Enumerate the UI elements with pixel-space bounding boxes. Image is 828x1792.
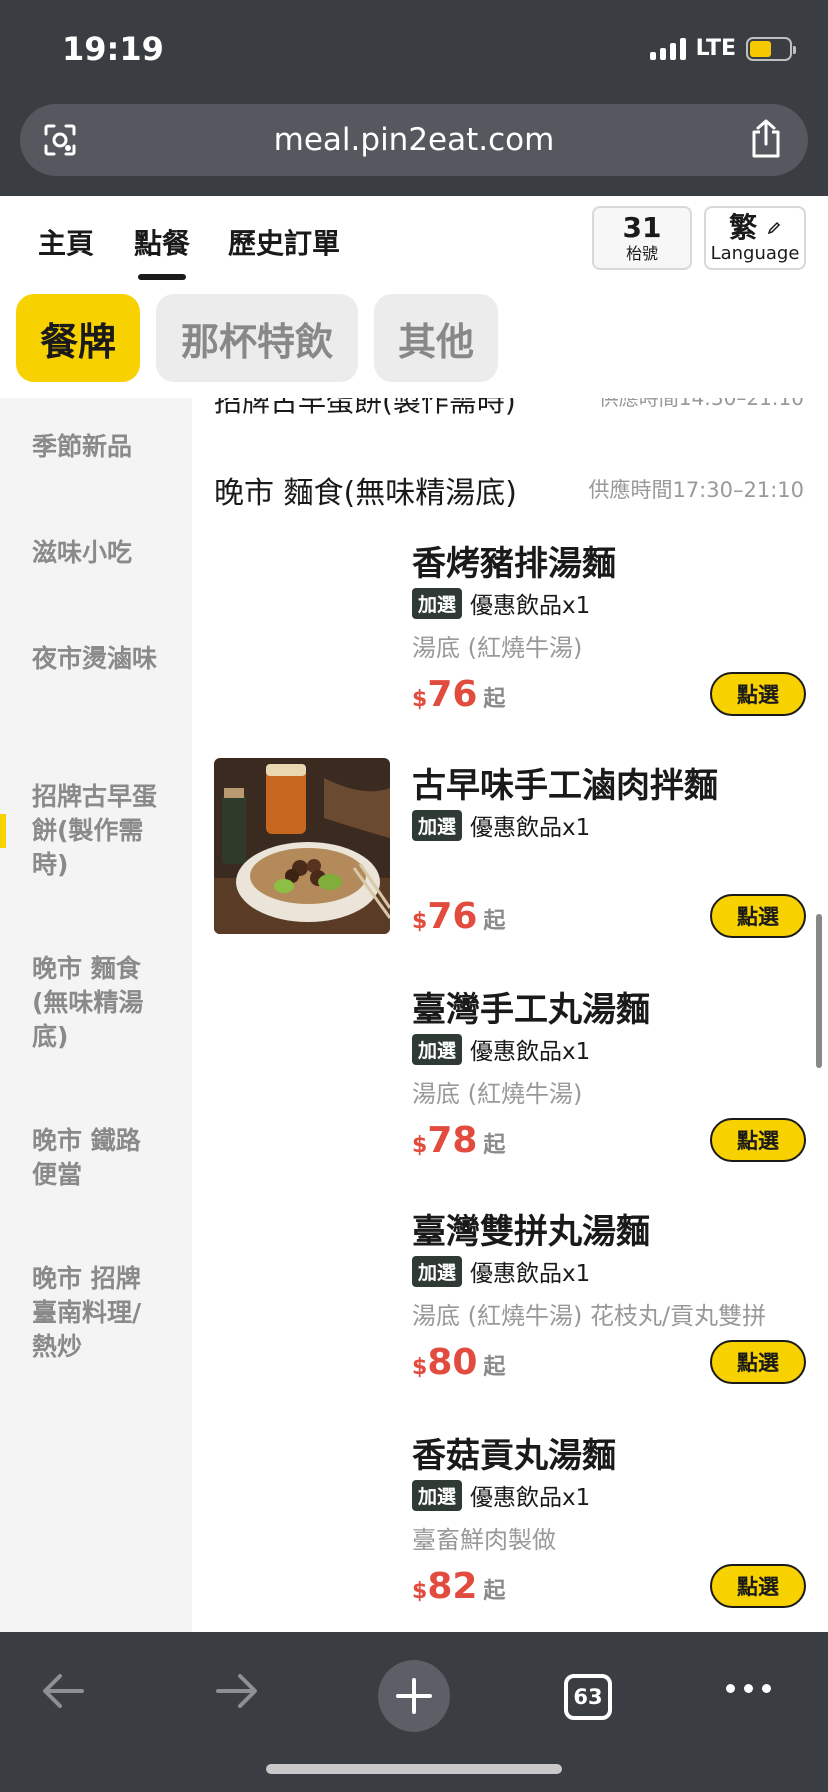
order-button[interactable]: 點選 bbox=[710, 1564, 806, 1608]
language-button[interactable]: 繁 Language bbox=[704, 206, 806, 270]
url-text[interactable]: meal.pin2eat.com bbox=[20, 122, 808, 158]
seat-number: 31 bbox=[622, 211, 662, 244]
edit-icon bbox=[767, 221, 780, 235]
sidebar-item-bento[interactable]: 晚市 鐵路便當 bbox=[32, 1124, 162, 1192]
status-indicators: LTE bbox=[649, 36, 796, 61]
section-header-cut: 招牌古早蛋餅(製作需時) 供應時間14:30–21:10 bbox=[214, 398, 804, 420]
item-price: $76 起 bbox=[412, 674, 506, 715]
item-name: 香烤豬排湯麵 bbox=[412, 544, 616, 584]
language-current: 繁 bbox=[729, 211, 758, 244]
addon-text: 優惠飲品x1 bbox=[470, 1039, 591, 1065]
menu-item[interactable]: 香菇貢丸湯麵 加選 優惠飲品x1 臺畜鮮肉製做 $82 起 點選 bbox=[192, 1428, 828, 1632]
forward-arrow-icon[interactable] bbox=[212, 1666, 262, 1716]
addon-tag: 加選 bbox=[412, 587, 463, 619]
addon-text: 優惠飲品x1 bbox=[470, 1485, 591, 1511]
status-time: 19:19 bbox=[62, 30, 164, 68]
plus-icon bbox=[396, 1678, 432, 1714]
category-special-drinks[interactable]: 那杯特飲 bbox=[156, 294, 358, 382]
sidebar-item-snacks[interactable]: 滋味小吃 bbox=[32, 536, 162, 570]
tab-history[interactable]: 歷史訂單 bbox=[228, 222, 340, 262]
status-bar: 19:19 LTE bbox=[0, 0, 828, 88]
item-name: 臺灣手工丸湯麵 bbox=[412, 990, 650, 1030]
menu-list: 招牌古早蛋餅(製作需時) 供應時間14:30–21:10 晚市 麵食(無味精湯底… bbox=[192, 398, 828, 1632]
browser-toolbar: 63 bbox=[0, 1632, 828, 1792]
network-label: LTE bbox=[695, 36, 736, 61]
item-desc: 湯底 (紅燒牛湯) bbox=[412, 634, 583, 662]
item-price: $82 起 bbox=[412, 1566, 506, 1607]
order-button[interactable]: 點選 bbox=[710, 894, 806, 938]
signal-icon bbox=[649, 37, 686, 60]
order-button[interactable]: 點選 bbox=[710, 1118, 806, 1162]
more-icon[interactable] bbox=[726, 1684, 771, 1693]
addon-text: 優惠飲品x1 bbox=[470, 815, 591, 841]
category-pills: 餐牌 那杯特飲 其他 bbox=[0, 292, 828, 398]
language-label: Language bbox=[710, 243, 800, 264]
sidebar-item-braised[interactable]: 夜市燙滷味 bbox=[32, 642, 162, 676]
item-photo bbox=[214, 758, 390, 934]
home-indicator bbox=[266, 1764, 562, 1774]
sidebar-item-noodles[interactable]: 晚市 麵食(無味精湯底) bbox=[32, 952, 162, 1054]
seat-number-box[interactable]: 31 枱號 bbox=[592, 206, 692, 270]
item-price: $76 起 bbox=[412, 896, 506, 937]
order-button[interactable]: 點選 bbox=[710, 672, 806, 716]
item-price: $78 起 bbox=[412, 1120, 506, 1161]
item-name: 香菇貢丸湯麵 bbox=[412, 1436, 616, 1476]
menu-item[interactable]: 臺灣雙拼丸湯麵 加選 優惠飲品x1 湯底 (紅燒牛湯) 花枝丸/貢丸雙拼 $80… bbox=[192, 1204, 828, 1426]
tab-order[interactable]: 點餐 bbox=[134, 222, 190, 280]
back-arrow-icon[interactable] bbox=[38, 1666, 88, 1716]
tabs-button[interactable]: 63 bbox=[564, 1674, 612, 1720]
addon-text: 優惠飲品x1 bbox=[470, 593, 591, 619]
share-icon[interactable] bbox=[748, 118, 784, 160]
sidebar-item-tainan[interactable]: 晚市 招牌臺南料理/熱炒 bbox=[32, 1262, 162, 1364]
item-name: 古早味手工滷肉拌麵 bbox=[412, 766, 718, 806]
addon-tag: 加選 bbox=[412, 1255, 463, 1287]
new-tab-button[interactable] bbox=[378, 1660, 450, 1732]
item-name: 臺灣雙拼丸湯麵 bbox=[412, 1212, 650, 1252]
scrollbar[interactable] bbox=[816, 914, 822, 1068]
top-nav: 主頁 點餐 歷史訂單 31 枱號 繁 Language bbox=[0, 196, 828, 292]
sidebar-active-indicator bbox=[0, 814, 6, 848]
item-desc: 臺畜鮮肉製做 bbox=[412, 1526, 556, 1554]
addon-tag: 加選 bbox=[412, 809, 463, 841]
seat-label: 枱號 bbox=[625, 244, 658, 263]
category-sidebar: 季節新品 滋味小吃 夜市燙滷味 招牌古早蛋餅(製作需時) 晚市 麵食(無味精湯底… bbox=[0, 398, 192, 1632]
tab-home[interactable]: 主頁 bbox=[38, 222, 94, 262]
item-desc: 湯底 (紅燒牛湯) 花枝丸/貢丸雙拼 bbox=[412, 1302, 767, 1330]
sidebar-item-seasonal[interactable]: 季節新品 bbox=[32, 430, 162, 464]
addon-tag: 加選 bbox=[412, 1033, 463, 1065]
section-header: 晚市 麵食(無味精湯底) 供應時間17:30–21:10 bbox=[214, 468, 804, 512]
addon-tag: 加選 bbox=[412, 1479, 463, 1511]
category-other[interactable]: 其他 bbox=[374, 294, 498, 382]
menu-item[interactable]: 臺灣手工丸湯麵 加選 優惠飲品x1 湯底 (紅燒牛湯) $78 起 點選 bbox=[192, 982, 828, 1204]
category-menu[interactable]: 餐牌 bbox=[16, 294, 140, 382]
sidebar-item-egg-pancake[interactable]: 招牌古早蛋餅(製作需時) bbox=[32, 780, 162, 882]
item-desc: 湯底 (紅燒牛湯) bbox=[412, 1080, 583, 1108]
menu-item[interactable]: 香烤豬排湯麵 加選 優惠飲品x1 湯底 (紅燒牛湯) $76 起 點選 bbox=[192, 536, 828, 758]
section-time: 供應時間17:30–21:10 bbox=[588, 478, 804, 502]
section-time: 供應時間14:30–21:10 bbox=[598, 398, 804, 410]
order-button[interactable]: 點選 bbox=[710, 1340, 806, 1384]
battery-icon bbox=[746, 36, 796, 61]
item-price: $80 起 bbox=[412, 1342, 506, 1383]
menu-item[interactable]: 古早味手工滷肉拌麵 加選 優惠飲品x1 $76 起 點選 bbox=[192, 758, 828, 980]
browser-address-area: meal.pin2eat.com bbox=[0, 88, 828, 196]
addon-text: 優惠飲品x1 bbox=[470, 1261, 591, 1287]
address-bar[interactable]: meal.pin2eat.com bbox=[20, 104, 808, 176]
section-title: 晚市 麵食(無味精湯底) bbox=[214, 476, 517, 511]
section-title: 招牌古早蛋餅(製作需時) bbox=[214, 398, 516, 418]
